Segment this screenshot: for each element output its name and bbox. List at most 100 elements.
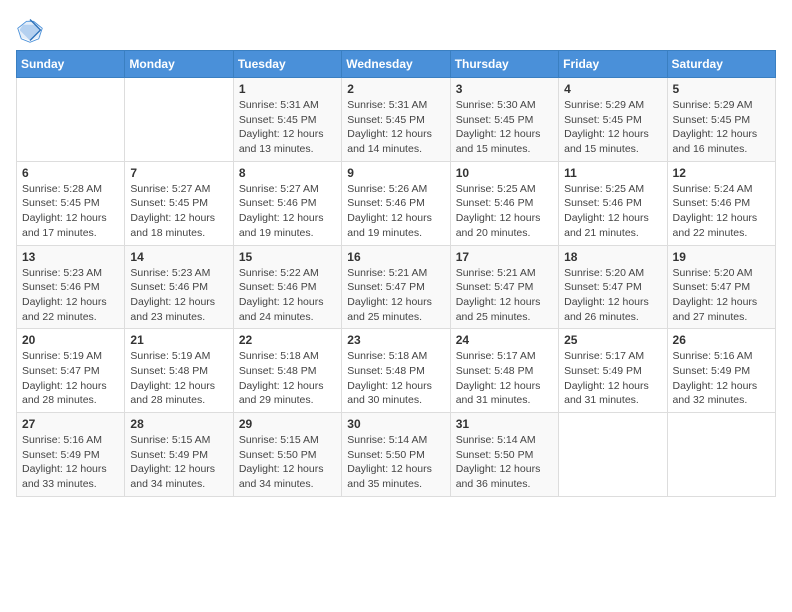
day-number: 11	[564, 166, 661, 180]
calendar-cell: 12 Sunrise: 5:24 AM Sunset: 5:46 PM Dayli…	[667, 161, 775, 245]
day-number: 8	[239, 166, 336, 180]
weekday-header-sunday: Sunday	[17, 51, 125, 78]
day-number: 18	[564, 250, 661, 264]
weekday-header-row: SundayMondayTuesdayWednesdayThursdayFrid…	[17, 51, 776, 78]
day-info: Sunrise: 5:20 AM Sunset: 5:47 PM Dayligh…	[564, 266, 661, 325]
day-number: 27	[22, 417, 119, 431]
day-info: Sunrise: 5:24 AM Sunset: 5:46 PM Dayligh…	[673, 182, 770, 241]
day-info: Sunrise: 5:21 AM Sunset: 5:47 PM Dayligh…	[347, 266, 444, 325]
day-number: 3	[456, 82, 553, 96]
day-number: 26	[673, 333, 770, 347]
day-info: Sunrise: 5:16 AM Sunset: 5:49 PM Dayligh…	[673, 349, 770, 408]
calendar-cell: 1 Sunrise: 5:31 AM Sunset: 5:45 PM Daylig…	[233, 78, 341, 162]
calendar-cell	[125, 78, 233, 162]
day-number: 13	[22, 250, 119, 264]
day-info: Sunrise: 5:19 AM Sunset: 5:47 PM Dayligh…	[22, 349, 119, 408]
day-number: 19	[673, 250, 770, 264]
calendar-cell: 23Sunrise: 5:18 AM Sunset: 5:48 PM Dayli…	[342, 329, 450, 413]
calendar-cell: 18 Sunrise: 5:20 AM Sunset: 5:47 PM Dayli…	[559, 245, 667, 329]
calendar-cell: 15 Sunrise: 5:22 AM Sunset: 5:46 PM Dayli…	[233, 245, 341, 329]
calendar-table: SundayMondayTuesdayWednesdayThursdayFrid…	[16, 50, 776, 497]
calendar-cell	[17, 78, 125, 162]
calendar-week-5: 27 Sunrise: 5:16 AM Sunset: 5:49 PM Dayli…	[17, 413, 776, 497]
day-info: Sunrise: 5:21 AM Sunset: 5:47 PM Dayligh…	[456, 266, 553, 325]
weekday-header-thursday: Thursday	[450, 51, 558, 78]
day-info: Sunrise: 5:14 AM Sunset: 5:50 PM Dayligh…	[456, 433, 553, 492]
calendar-cell	[559, 413, 667, 497]
day-number: 2	[347, 82, 444, 96]
day-info: Sunrise: 5:25 AM Sunset: 5:46 PM Dayligh…	[456, 182, 553, 241]
calendar-cell: 27 Sunrise: 5:16 AM Sunset: 5:49 PM Dayli…	[17, 413, 125, 497]
logo-icon	[16, 16, 44, 44]
weekday-header-saturday: Saturday	[667, 51, 775, 78]
logo	[16, 16, 48, 44]
day-info: Sunrise: 5:15 AM Sunset: 5:50 PM Dayligh…	[239, 433, 336, 492]
calendar-cell	[667, 413, 775, 497]
calendar-cell: 29Sunrise: 5:15 AM Sunset: 5:50 PM Dayli…	[233, 413, 341, 497]
day-number: 12	[673, 166, 770, 180]
calendar-cell: 8 Sunrise: 5:27 AM Sunset: 5:46 PM Daylig…	[233, 161, 341, 245]
day-info: Sunrise: 5:18 AM Sunset: 5:48 PM Dayligh…	[347, 349, 444, 408]
calendar-week-2: 6 Sunrise: 5:28 AM Sunset: 5:45 PM Daylig…	[17, 161, 776, 245]
day-info: Sunrise: 5:28 AM Sunset: 5:45 PM Dayligh…	[22, 182, 119, 241]
day-info: Sunrise: 5:23 AM Sunset: 5:46 PM Dayligh…	[22, 266, 119, 325]
calendar-cell: 6 Sunrise: 5:28 AM Sunset: 5:45 PM Daylig…	[17, 161, 125, 245]
calendar-cell: 20 Sunrise: 5:19 AM Sunset: 5:47 PM Dayli…	[17, 329, 125, 413]
day-number: 10	[456, 166, 553, 180]
day-info: Sunrise: 5:22 AM Sunset: 5:46 PM Dayligh…	[239, 266, 336, 325]
day-number: 22	[239, 333, 336, 347]
day-number: 6	[22, 166, 119, 180]
day-info: Sunrise: 5:26 AM Sunset: 5:46 PM Dayligh…	[347, 182, 444, 241]
day-info: Sunrise: 5:29 AM Sunset: 5:45 PM Dayligh…	[564, 98, 661, 157]
weekday-header-wednesday: Wednesday	[342, 51, 450, 78]
day-number: 30	[347, 417, 444, 431]
day-info: Sunrise: 5:16 AM Sunset: 5:49 PM Dayligh…	[22, 433, 119, 492]
day-number: 4	[564, 82, 661, 96]
day-info: Sunrise: 5:17 AM Sunset: 5:48 PM Dayligh…	[456, 349, 553, 408]
calendar-cell: 10 Sunrise: 5:25 AM Sunset: 5:46 PM Dayli…	[450, 161, 558, 245]
day-number: 14	[130, 250, 227, 264]
weekday-header-friday: Friday	[559, 51, 667, 78]
calendar-cell: 9 Sunrise: 5:26 AM Sunset: 5:46 PM Daylig…	[342, 161, 450, 245]
calendar-cell: 3 Sunrise: 5:30 AM Sunset: 5:45 PM Daylig…	[450, 78, 558, 162]
weekday-header-tuesday: Tuesday	[233, 51, 341, 78]
day-info: Sunrise: 5:27 AM Sunset: 5:46 PM Dayligh…	[239, 182, 336, 241]
day-info: Sunrise: 5:15 AM Sunset: 5:49 PM Dayligh…	[130, 433, 227, 492]
calendar-cell: 13 Sunrise: 5:23 AM Sunset: 5:46 PM Dayli…	[17, 245, 125, 329]
calendar-cell: 25 Sunrise: 5:17 AM Sunset: 5:49 PM Dayli…	[559, 329, 667, 413]
day-info: Sunrise: 5:23 AM Sunset: 5:46 PM Dayligh…	[130, 266, 227, 325]
day-number: 28	[130, 417, 227, 431]
day-info: Sunrise: 5:20 AM Sunset: 5:47 PM Dayligh…	[673, 266, 770, 325]
calendar-cell: 30 Sunrise: 5:14 AM Sunset: 5:50 PM Dayli…	[342, 413, 450, 497]
day-info: Sunrise: 5:17 AM Sunset: 5:49 PM Dayligh…	[564, 349, 661, 408]
day-number: 17	[456, 250, 553, 264]
day-number: 25	[564, 333, 661, 347]
day-number: 21	[130, 333, 227, 347]
calendar-cell: 22 Sunrise: 5:18 AM Sunset: 5:48 PM Dayli…	[233, 329, 341, 413]
calendar-week-1: 1 Sunrise: 5:31 AM Sunset: 5:45 PM Daylig…	[17, 78, 776, 162]
day-info: Sunrise: 5:14 AM Sunset: 5:50 PM Dayligh…	[347, 433, 444, 492]
day-number: 9	[347, 166, 444, 180]
calendar-week-4: 20 Sunrise: 5:19 AM Sunset: 5:47 PM Dayli…	[17, 329, 776, 413]
day-info: Sunrise: 5:31 AM Sunset: 5:45 PM Dayligh…	[239, 98, 336, 157]
weekday-header-monday: Monday	[125, 51, 233, 78]
day-info: Sunrise: 5:19 AM Sunset: 5:48 PM Dayligh…	[130, 349, 227, 408]
day-number: 20	[22, 333, 119, 347]
calendar-cell: 2 Sunrise: 5:31 AM Sunset: 5:45 PM Daylig…	[342, 78, 450, 162]
day-number: 15	[239, 250, 336, 264]
calendar-cell: 19 Sunrise: 5:20 AM Sunset: 5:47 PM Dayli…	[667, 245, 775, 329]
day-number: 24	[456, 333, 553, 347]
day-info: Sunrise: 5:18 AM Sunset: 5:48 PM Dayligh…	[239, 349, 336, 408]
day-number: 1	[239, 82, 336, 96]
day-number: 7	[130, 166, 227, 180]
calendar-cell: 31 Sunrise: 5:14 AM Sunset: 5:50 PM Dayli…	[450, 413, 558, 497]
day-number: 5	[673, 82, 770, 96]
day-info: Sunrise: 5:30 AM Sunset: 5:45 PM Dayligh…	[456, 98, 553, 157]
day-info: Sunrise: 5:31 AM Sunset: 5:45 PM Dayligh…	[347, 98, 444, 157]
page-header	[16, 16, 776, 44]
calendar-cell: 17 Sunrise: 5:21 AM Sunset: 5:47 PM Dayli…	[450, 245, 558, 329]
calendar-cell: 21 Sunrise: 5:19 AM Sunset: 5:48 PM Dayli…	[125, 329, 233, 413]
calendar-week-3: 13 Sunrise: 5:23 AM Sunset: 5:46 PM Dayli…	[17, 245, 776, 329]
day-info: Sunrise: 5:27 AM Sunset: 5:45 PM Dayligh…	[130, 182, 227, 241]
day-number: 31	[456, 417, 553, 431]
